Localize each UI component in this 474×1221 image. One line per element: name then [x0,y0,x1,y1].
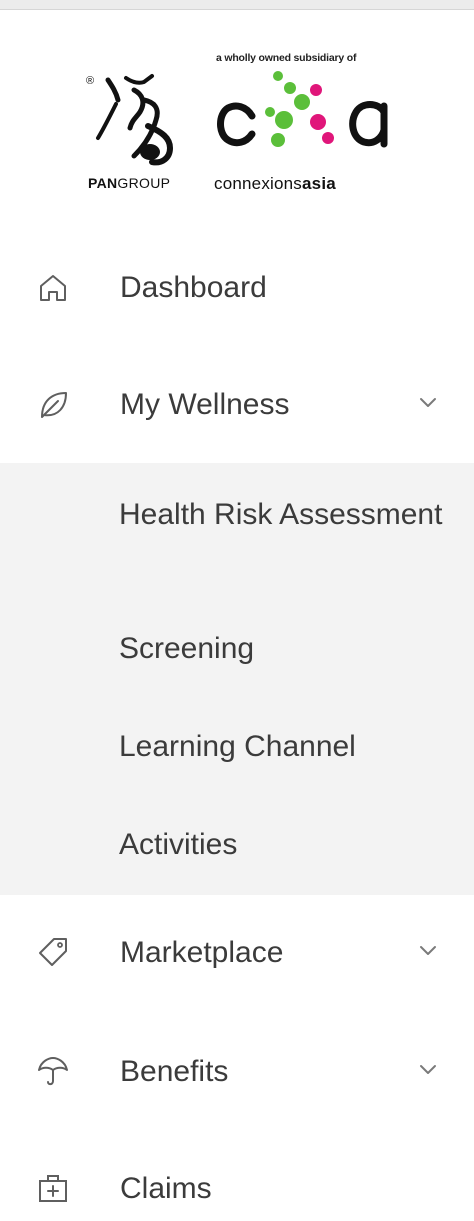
wellness-submenu: Health Risk Assessment Screening Learnin… [0,463,474,895]
chevron-down-icon[interactable] [418,943,438,959]
submenu-label: Screening [119,632,255,665]
home-icon [40,275,66,301]
nav-label-my-wellness: My Wellness [120,388,290,421]
nav-label-benefits: Benefits [120,1055,229,1088]
tag-icon [39,938,67,966]
nav-item-dashboard[interactable]: Dashboard [0,256,474,320]
svg-text:®: ® [86,75,94,87]
submenu-item-screening[interactable]: Screening [0,629,474,669]
submenu-label: Learning Channel [119,730,356,763]
nav-label-marketplace: Marketplace [120,936,284,969]
submenu-item-health-risk-assessment[interactable]: Health Risk Assessment [0,495,474,575]
chevron-down-icon[interactable] [418,395,438,411]
submenu-item-activities[interactable]: Activities [0,825,474,865]
medical-kit-icon [39,1175,67,1202]
cxa-wordmark: connexionsasia [214,174,336,193]
umbrella-icon [38,1057,68,1086]
nav-label-claims: Claims [120,1172,212,1205]
logo-area[interactable]: ® PANGROUP a wholly owned subsidiary of [0,10,474,210]
connexionsasia-logo: a wholly owned subsidiary of connexionsa… [212,50,392,200]
cxa-mark [217,71,388,148]
nav-label-dashboard: Dashboard [120,271,267,304]
nav-item-marketplace[interactable]: Marketplace [0,921,474,985]
submenu-item-learning-channel[interactable]: Learning Channel [0,727,474,767]
pangroup-calligraphy-mark: ® [86,74,174,166]
leaf-icon [41,392,67,418]
nav-item-my-wellness[interactable]: My Wellness [0,373,474,437]
top-border [0,0,474,10]
pangroup-logo: ® PANGROUP [86,72,191,202]
submenu-label: Health Risk Assessment [119,498,443,531]
chevron-down-icon[interactable] [418,1062,438,1078]
nav-item-claims[interactable]: Claims [0,1157,474,1221]
nav-item-benefits[interactable]: Benefits [0,1040,474,1104]
pangroup-wordmark: PANGROUP [88,175,171,191]
submenu-label: Activities [119,828,238,861]
